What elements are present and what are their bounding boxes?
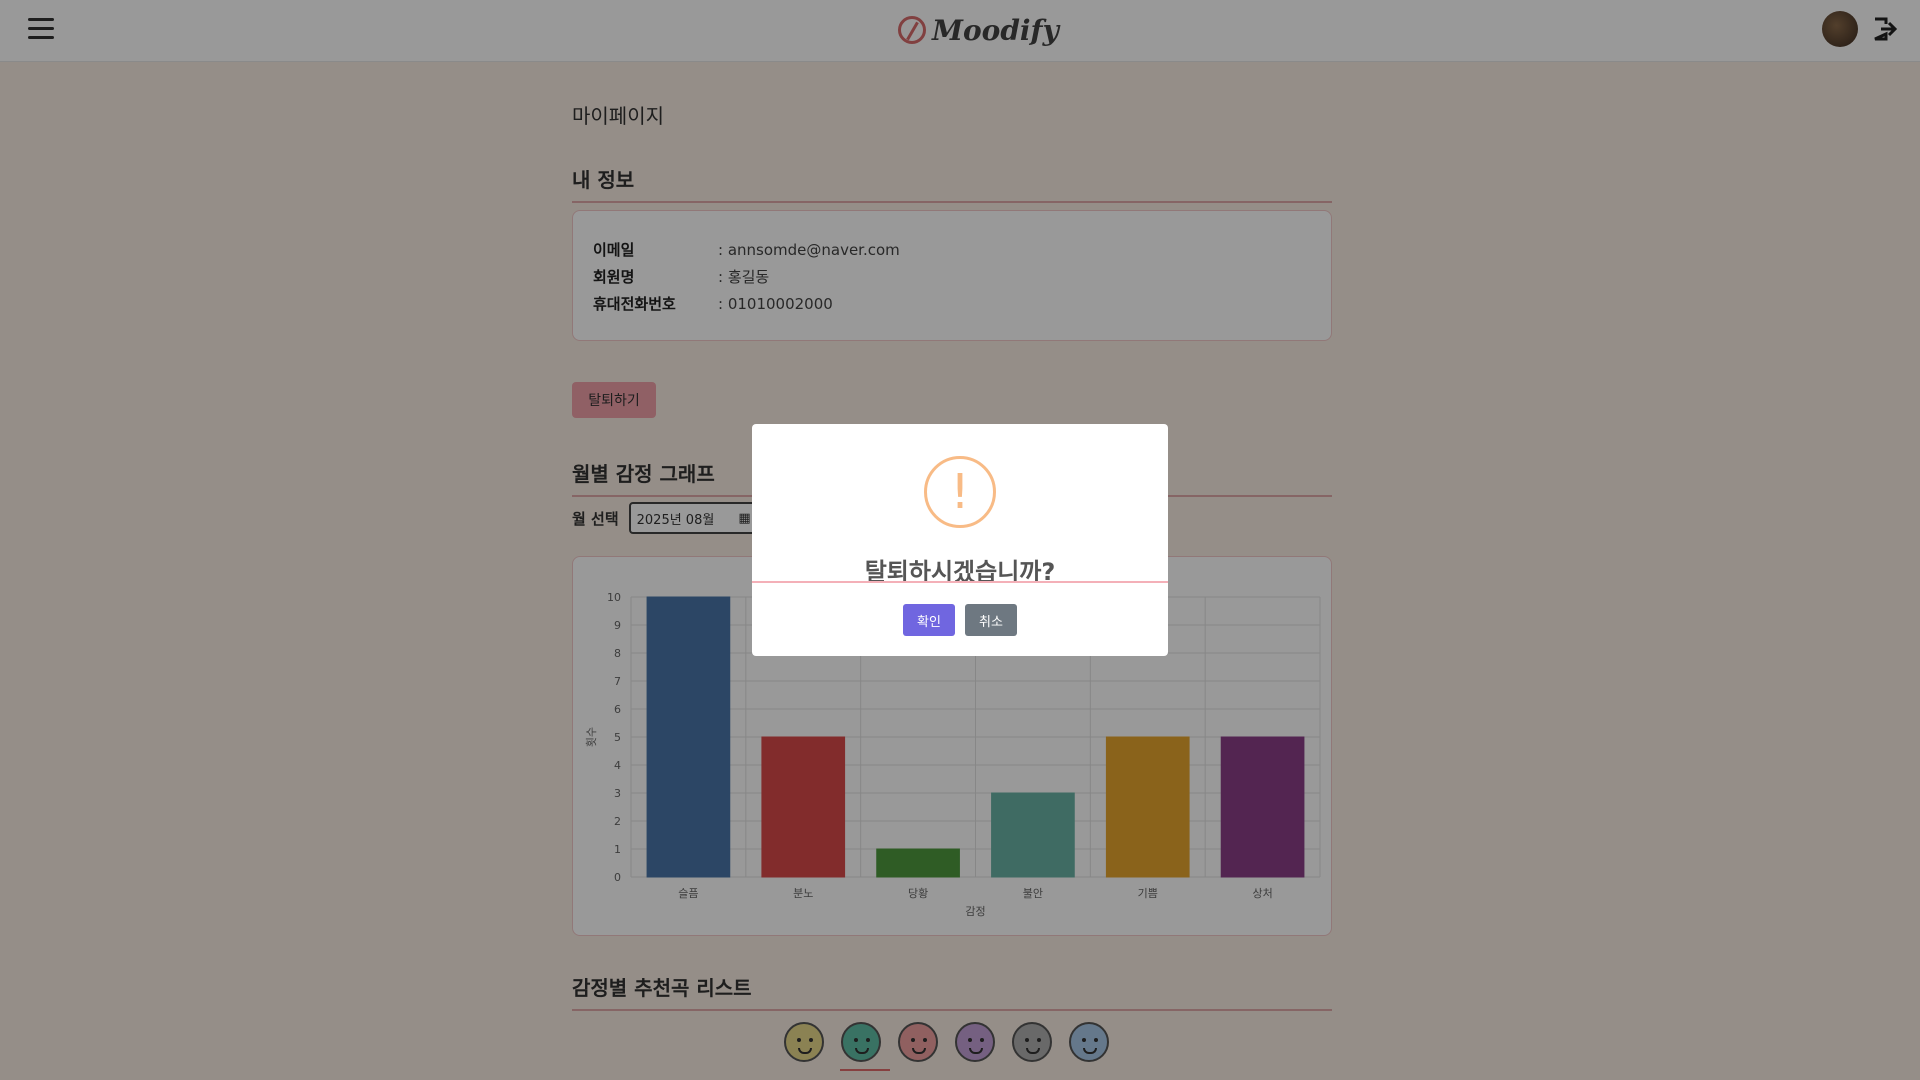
withdraw-confirm-dialog: ! 탈퇴하시겠습니까? 확인 취소 xyxy=(752,424,1168,656)
cancel-button[interactable]: 취소 xyxy=(965,604,1017,636)
confirm-button[interactable]: 확인 xyxy=(903,604,955,636)
dialog-divider xyxy=(752,581,1168,583)
warning-icon: ! xyxy=(924,456,996,528)
dialog-actions: 확인 취소 xyxy=(752,604,1168,636)
